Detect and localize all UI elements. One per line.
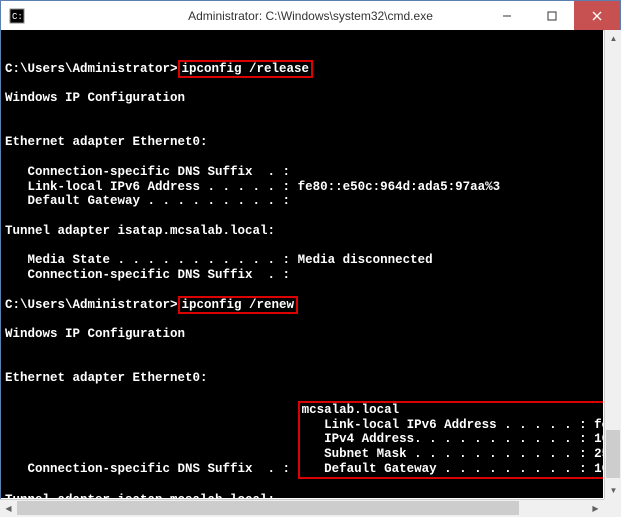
renew-values-block: mcsalab.local Link-local IPv6 Address . … — [298, 401, 603, 479]
ipv6-value: fe80::e50c:964d:ada5:97aa%3 — [298, 180, 501, 194]
ethernet-header: Ethernet adapter Ethernet0: — [5, 135, 208, 149]
titlebar[interactable]: C: Administrator: C:\Windows\system32\cm… — [1, 1, 620, 31]
media-value: Media disconnected — [298, 253, 433, 267]
maximize-button[interactable] — [529, 1, 574, 30]
scroll-track-h[interactable] — [17, 500, 587, 516]
prompt: C:\Users\Administrator> — [5, 62, 178, 76]
scroll-down-button[interactable]: ▼ — [605, 482, 621, 499]
ipv6-label: Link-local IPv6 Address . . . . . : — [5, 180, 298, 194]
tunnel-dns-line: Connection-specific DNS Suffix . : — [5, 268, 290, 282]
gateway-line: Default Gateway . . . . . . . . . : — [5, 194, 290, 208]
minimize-button[interactable] — [484, 1, 529, 30]
media-label: Media State . . . . . . . . . . . : — [5, 253, 298, 267]
terminal[interactable]: C:\Users\Administrator>ipconfig /release… — [1, 30, 603, 498]
cmd-icon: C: — [9, 8, 25, 24]
tunnel-header: Tunnel adapter isatap.mcsalab.local: — [5, 224, 275, 238]
close-button[interactable] — [574, 1, 620, 30]
ipv4-value: 10.0.0.230 — [594, 432, 603, 446]
gateway-value: 10.0.0.1 — [594, 462, 603, 476]
ipv6-value: fe80::e50c:964d:ada5:97aa%3 — [594, 418, 603, 432]
scrollbar-corner — [604, 499, 621, 516]
scroll-left-button[interactable]: ◀ — [0, 500, 17, 517]
scroll-track-v[interactable] — [605, 47, 621, 482]
scroll-thumb-h[interactable] — [17, 501, 519, 515]
terminal-viewport: C:\Users\Administrator>ipconfig /release… — [1, 30, 603, 498]
window-controls — [484, 1, 620, 30]
horizontal-scrollbar[interactable]: ◀ ▶ — [0, 499, 604, 516]
scroll-thumb-v[interactable] — [606, 430, 620, 478]
scroll-up-button[interactable]: ▲ — [605, 30, 621, 47]
wip-header: Windows IP Configuration — [5, 327, 185, 341]
dns-suffix-value: mcsalab.local — [302, 403, 400, 417]
dns-suffix-label: Connection-specific DNS Suffix . : — [5, 462, 298, 476]
vertical-scrollbar[interactable]: ▲ ▼ — [604, 30, 621, 499]
command-renew: ipconfig /renew — [178, 296, 299, 315]
mask-value: 255.0.0.0 — [594, 447, 603, 461]
mask-label: Subnet Mask . . . . . . . . . . . : — [302, 447, 595, 461]
tunnel-header: Tunnel adapter isatap.mcsalab.local: — [5, 493, 275, 498]
scroll-right-button[interactable]: ▶ — [587, 500, 604, 517]
cmd-window: C: Administrator: C:\Windows\system32\cm… — [0, 0, 621, 516]
blank-line — [5, 47, 13, 61]
ipv6-label: Link-local IPv6 Address . . . . . : — [302, 418, 595, 432]
prompt: C:\Users\Administrator> — [5, 298, 178, 312]
gateway-label: Default Gateway . . . . . . . . . : — [302, 462, 595, 476]
ipv4-label: IPv4 Address. . . . . . . . . . . : — [302, 432, 595, 446]
svg-text:C:: C: — [12, 12, 23, 22]
ethernet-header: Ethernet adapter Ethernet0: — [5, 371, 208, 385]
wip-header: Windows IP Configuration — [5, 91, 185, 105]
dns-suffix-line: Connection-specific DNS Suffix . : — [5, 165, 290, 179]
command-release: ipconfig /release — [178, 60, 314, 79]
